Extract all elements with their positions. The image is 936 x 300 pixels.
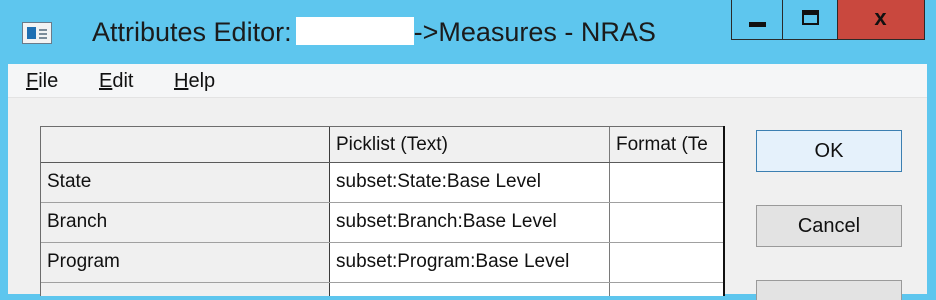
client-area: Picklist (Text) Format (Te State subset:… xyxy=(8,98,927,300)
grid-corner-header[interactable] xyxy=(41,127,330,162)
cancel-button[interactable]: Cancel xyxy=(756,205,902,247)
picklist-cell[interactable]: subset:Program:Base Level xyxy=(330,243,610,282)
redacted-block xyxy=(295,17,414,45)
row-header[interactable]: Branch xyxy=(41,203,330,242)
close-icon: x xyxy=(874,5,887,30)
picklist-cell[interactable]: subset:Branch:Base Level xyxy=(330,203,610,242)
minimize-button[interactable] xyxy=(731,0,783,40)
row-header[interactable] xyxy=(41,283,330,296)
menu-help-label: elp xyxy=(188,70,216,92)
menu-file-label: ile xyxy=(38,70,59,92)
window-title: Attributes Editor: ->Measures - NRAS xyxy=(92,14,656,50)
menu-edit-mnemonic: E xyxy=(99,70,113,92)
close-button[interactable]: x xyxy=(838,0,925,40)
menu-file[interactable]: File xyxy=(26,69,58,93)
attributes-editor-window: Attributes Editor: ->Measures - NRAS x Fi… xyxy=(0,0,936,300)
row-header[interactable]: State xyxy=(41,163,330,202)
column-header-format[interactable]: Format (Te xyxy=(610,127,724,162)
menu-edit-label: dit xyxy=(112,70,134,92)
maximize-button[interactable] xyxy=(783,0,838,40)
menu-help[interactable]: Help xyxy=(174,69,215,93)
table-row[interactable]: Branch subset:Branch:Base Level xyxy=(41,203,724,243)
grid-border xyxy=(723,126,725,296)
app-icon[interactable] xyxy=(22,22,52,44)
format-cell[interactable] xyxy=(610,283,724,296)
format-cell[interactable] xyxy=(610,203,724,242)
format-cell[interactable] xyxy=(610,163,724,202)
ok-button[interactable]: OK xyxy=(756,130,902,172)
minimize-icon xyxy=(749,22,766,27)
table-row[interactable]: Program subset:Program:Base Level xyxy=(41,243,724,283)
menu-help-mnemonic: H xyxy=(174,70,189,92)
picklist-cell[interactable]: subset:State:Base Level xyxy=(330,163,610,202)
menu-file-mnemonic: F xyxy=(26,70,39,92)
title-suffix: ->Measures - NRAS xyxy=(413,17,656,47)
column-header-picklist[interactable]: Picklist (Text) xyxy=(330,127,610,162)
title-bar[interactable]: Attributes Editor: ->Measures - NRAS x xyxy=(0,0,936,64)
menu-edit[interactable]: Edit xyxy=(99,69,133,93)
grid-header-row: Picklist (Text) Format (Te xyxy=(41,127,724,163)
table-row[interactable]: State subset:State:Base Level xyxy=(41,163,724,203)
title-prefix: Attributes Editor: xyxy=(92,17,292,47)
attributes-grid[interactable]: Picklist (Text) Format (Te State subset:… xyxy=(40,126,724,296)
row-header[interactable]: Program xyxy=(41,243,330,282)
table-row-partial[interactable] xyxy=(41,283,724,296)
maximize-icon xyxy=(802,10,819,25)
menu-bar: File Edit Help xyxy=(8,64,927,98)
partial-button[interactable] xyxy=(756,280,902,300)
format-cell[interactable] xyxy=(610,243,724,282)
picklist-cell[interactable] xyxy=(330,283,610,296)
